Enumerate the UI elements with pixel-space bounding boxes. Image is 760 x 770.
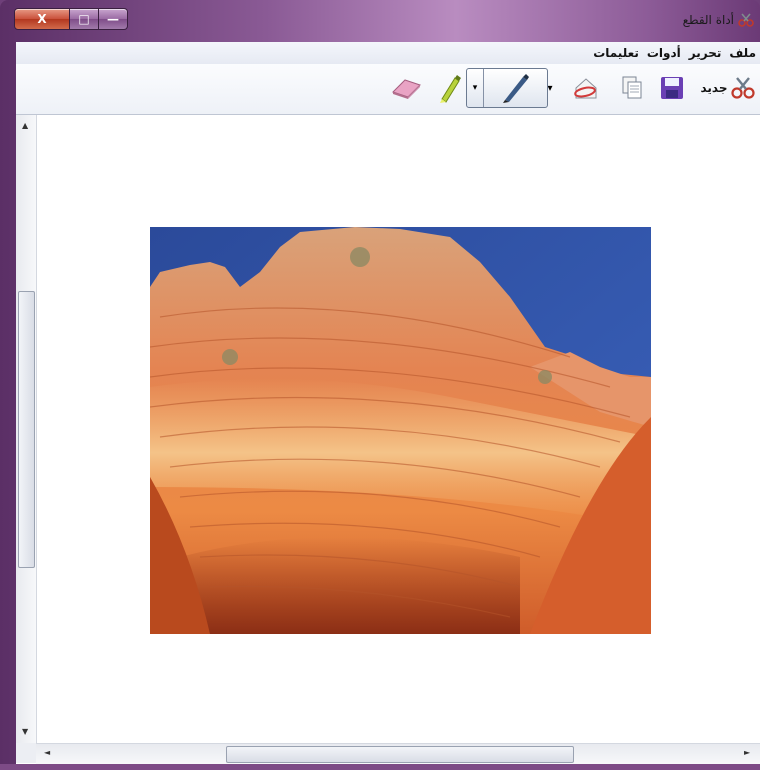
title-bar[interactable]: X □ — أداة القطع [0, 0, 760, 40]
horizontal-scroll-thumb[interactable] [226, 746, 574, 763]
resize-grip[interactable] [16, 743, 36, 763]
new-snip-label: جديد [700, 81, 728, 95]
window-title: أداة القطع [683, 12, 754, 28]
scroll-down-arrow[interactable]: ▼ [22, 727, 28, 736]
save-icon [661, 77, 683, 99]
scroll-left-arrow[interactable]: ◄ [44, 748, 50, 757]
vertical-scrollbar[interactable]: ▲ ▼ [16, 115, 37, 743]
menu-bar: ملف تحرير أدوات تعليمات [16, 42, 760, 65]
menu-edit[interactable]: تحرير [685, 46, 726, 60]
toolbar: جديد ▾ ▾ [16, 64, 760, 115]
send-snip-button[interactable] [568, 74, 604, 102]
eraser-icon [392, 79, 421, 99]
horizontal-scrollbar[interactable]: ◄ ► [36, 743, 760, 764]
scroll-up-arrow[interactable]: ▲ [22, 121, 28, 130]
copy-icon [622, 76, 642, 99]
eraser-button[interactable] [388, 74, 424, 102]
maximize-button[interactable]: □ [70, 8, 99, 30]
snip-image [150, 227, 651, 634]
pen-button[interactable] [497, 73, 533, 106]
send-email-icon [574, 78, 597, 99]
caption-buttons: X □ — [14, 8, 128, 30]
minimize-button[interactable]: — [99, 8, 128, 30]
chevron-down-icon: ▾ [547, 82, 553, 94]
copy-button[interactable] [616, 74, 648, 102]
pen-icon [503, 74, 529, 103]
vertical-scroll-thumb[interactable] [18, 291, 35, 568]
close-button[interactable]: X [14, 8, 70, 30]
highlighter-button[interactable] [434, 74, 464, 103]
save-button[interactable] [656, 74, 688, 102]
menu-tools[interactable]: أدوات [643, 46, 685, 60]
highlighter-icon [440, 75, 461, 103]
window-title-text: أداة القطع [682, 13, 734, 27]
chevron-down-icon: ▾ [472, 83, 478, 93]
window-bottom-edge [0, 764, 760, 770]
menu-file[interactable]: ملف [725, 46, 760, 60]
sandstone-photo [150, 227, 651, 634]
pen-button-group[interactable]: ▾ [466, 68, 548, 108]
scroll-right-arrow[interactable]: ► [744, 748, 750, 757]
scissors-icon [730, 77, 755, 99]
scissors-icon [738, 13, 754, 27]
menu-help[interactable]: تعليمات [589, 46, 643, 60]
pen-dropdown[interactable]: ▾ [467, 69, 484, 107]
new-snip-button[interactable]: جديد [700, 74, 756, 102]
